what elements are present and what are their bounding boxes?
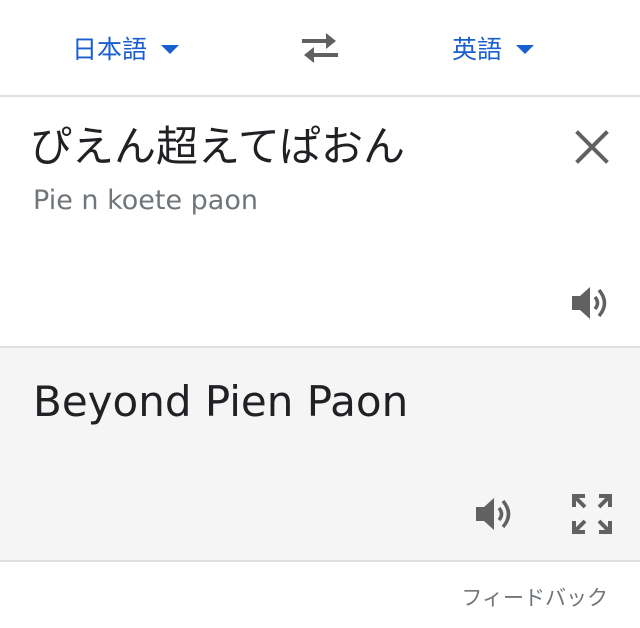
source-text[interactable]: ぴえん超えてぱおん (30, 117, 405, 177)
source-language-label: 日本語 (72, 35, 148, 64)
fullscreen-button[interactable] (570, 492, 614, 536)
translation-panel: Beyond Pien Paon (0, 348, 640, 562)
caret-down-icon (516, 45, 535, 54)
close-icon (575, 130, 609, 164)
speaker-icon (476, 498, 511, 530)
source-panel: ぴえん超えてぱおん Pie n koete paon (0, 97, 640, 348)
source-language-selector[interactable]: 日本語 (72, 30, 180, 66)
swap-arrows-icon (302, 33, 338, 63)
translation-listen-button[interactable] (474, 494, 518, 534)
caret-down-icon (161, 45, 180, 54)
language-bar: 日本語 英語 (0, 0, 640, 97)
target-language-label: 英語 (452, 35, 503, 64)
swap-languages-button[interactable] (298, 29, 342, 67)
source-transliteration: Pie n koete paon (33, 185, 258, 216)
target-language-selector[interactable]: 英語 (452, 30, 535, 66)
translation-text: Beyond Pien Paon (33, 377, 409, 426)
fullscreen-icon (572, 494, 612, 534)
clear-text-button[interactable] (572, 127, 612, 167)
speaker-icon (572, 287, 607, 319)
feedback-link[interactable]: フィードバック (461, 582, 608, 612)
source-listen-button[interactable] (570, 283, 614, 323)
